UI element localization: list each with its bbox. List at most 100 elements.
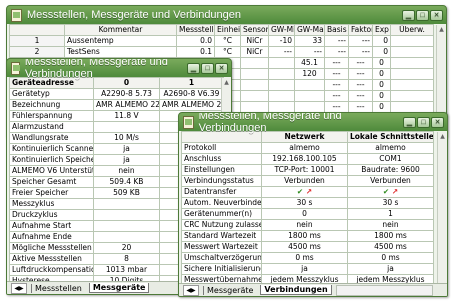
table-cell[interactable]: Datentransfer [181,186,262,198]
table-cell[interactable]: --- [348,46,373,58]
table-cell[interactable]: 0 [372,68,391,80]
maximize-button[interactable]: □ [416,9,429,21]
table-cell[interactable] [268,57,295,69]
tab-messgeraete[interactable]: Messgeräte [203,285,256,295]
table-cell[interactable] [93,198,160,210]
close-button[interactable]: ✕ [215,62,228,74]
table-cell[interactable]: Anschluss [181,153,262,165]
table-cell[interactable]: Gerätenummer(n) [181,208,262,220]
table-cell[interactable] [268,101,295,113]
table-cell[interactable]: Verbindungsstatus [181,175,262,187]
table-cell[interactable] [390,101,434,113]
table-row[interactable]: Protokoll almemo almemo [181,142,434,154]
table-cell[interactable] [240,101,269,113]
table-cell[interactable]: 0 [372,90,391,102]
table-cell[interactable]: Protokoll [181,142,262,154]
table-cell[interactable]: --- [294,46,325,58]
table-cell[interactable]: --- [348,68,373,80]
table-cell[interactable]: 0 [372,46,391,58]
vertical-scrollbar[interactable]: ▲ [437,132,447,283]
table-cell[interactable] [390,68,434,80]
table-cell[interactable]: NiCr [240,46,269,58]
table-cell[interactable]: 4500 ms [261,241,348,253]
maximize-button[interactable]: □ [201,62,214,74]
table-cell[interactable]: 1800 ms [261,230,348,242]
table-cell[interactable]: --- [324,46,349,58]
table-cell[interactable]: 0 [372,35,391,47]
table-cell[interactable]: --- [268,46,295,58]
minimize-button[interactable]: ▁ [402,9,415,21]
table-cell[interactable] [390,57,434,69]
table-cell[interactable]: 120 [294,68,325,80]
table-cell[interactable] [93,121,160,133]
table-cell[interactable]: ✔ ↗ [261,186,348,198]
table-cell[interactable]: --- [348,57,373,69]
table-cell[interactable]: --- [324,68,349,80]
table-cell[interactable]: Druckzyklus [9,209,94,221]
table-cell[interactable]: --- [348,79,373,91]
close-button[interactable]: ✕ [431,116,444,128]
minimize-button[interactable]: ▁ [187,62,200,74]
table-cell[interactable]: °C [214,46,241,58]
table-cell[interactable]: Mögliche Messstellen [9,242,94,254]
table-cell[interactable]: 0 [372,57,391,69]
table-row[interactable]: 1 Aussentemp 0.0 °C NiCr -10 33 --- --- 0 [9,35,434,47]
table-cell[interactable]: TCP-Port: 10001 [261,164,348,176]
table-row[interactable]: Sichere Initialisierung ja ja [181,263,434,275]
table-cell[interactable] [268,68,295,80]
table-cell[interactable] [348,297,434,298]
table-cell[interactable] [294,101,325,113]
table-cell[interactable]: Kontinuierlich Speichern [9,154,94,166]
table-row[interactable]: Letzter Fehler [182,297,434,298]
table-cell[interactable]: --- [324,90,349,102]
table-cell[interactable]: 4500 ms [347,241,434,253]
table-row[interactable]: BezeichnungAMR ALMEMO 2290-8AMR ALMEMO 2… [9,99,224,111]
scroll-up-icon[interactable]: ▲ [438,132,447,141]
table-cell[interactable]: AMR ALMEMO 2690-8 [159,99,224,111]
table-cell[interactable]: ja [93,154,160,166]
table-cell[interactable]: --- [348,101,373,113]
table-cell[interactable]: Baudrate: 9600 [347,164,434,176]
table-cell[interactable]: A2690-8 V6.39 [159,88,224,100]
table-row[interactable]: Datentransfer ✔ ↗ ✔ ↗ [181,186,434,198]
table-row[interactable]: Autom. Neuverbinden 30 s 30 s [181,197,434,209]
table-cell[interactable]: A2290-8 5.73 [93,88,160,100]
table-row[interactable]: Gerätetyp A2290-8 5.73 A2690-8 V6.39 [9,88,224,100]
table-cell[interactable]: 509 KB [93,187,160,199]
table-cell[interactable]: --- [324,57,349,69]
table-cell[interactable]: Letzter Fehler [182,297,262,298]
table-cell[interactable]: Gerätetyp [9,88,94,100]
table-cell[interactable]: 11.8 V [93,110,160,122]
table-cell[interactable]: Aktive Messstellen [9,253,94,265]
table-cell[interactable] [240,79,269,91]
table-cell[interactable]: 1013 mbar [93,264,160,276]
table-cell[interactable]: --- [324,101,349,113]
table-cell[interactable]: Aufnahme Ende [9,231,94,243]
table-cell[interactable]: TestSens [64,46,177,58]
table-cell[interactable]: nein [261,219,348,231]
table-cell[interactable]: 20 [93,242,160,254]
table-row[interactable]: Anschluss 192.168.100.105 COM1 [181,153,434,165]
table-cell[interactable]: 0 [261,208,348,220]
table-cell[interactable]: 0 ms [261,252,348,264]
table-row[interactable]: Gerätenummer(n) 0 1 [181,208,434,220]
table-cell[interactable]: Aufnahme Start [9,220,94,232]
table-cell[interactable] [268,90,295,102]
table-cell[interactable]: Sichere Initialisierung [181,263,262,275]
table-cell[interactable]: 509.4 KB [93,176,160,188]
table-cell[interactable]: Speicher Gesamt [9,176,94,188]
table-cell[interactable]: 0.0 [176,35,215,47]
table-cell[interactable] [390,90,434,102]
table-cell[interactable]: 33 [294,35,325,47]
table-cell[interactable]: Messzyklus [9,198,94,210]
table-cell[interactable]: Einstellungen [181,164,262,176]
table-cell[interactable] [240,90,269,102]
table-cell[interactable]: Wandlungsrate [9,132,94,144]
table-cell[interactable]: AMR ALMEMO 2290-8 [93,99,160,111]
table-cell[interactable]: 0 [372,101,391,113]
table-cell[interactable] [390,79,434,91]
window-titlebar[interactable]: Messstellen, Messgeräte und Verbindungen… [7,59,231,80]
table-cell[interactable]: Verbunden [261,175,348,187]
tab-messstellen[interactable]: Messstellen [31,283,85,293]
table-cell[interactable]: 0 [372,79,391,91]
